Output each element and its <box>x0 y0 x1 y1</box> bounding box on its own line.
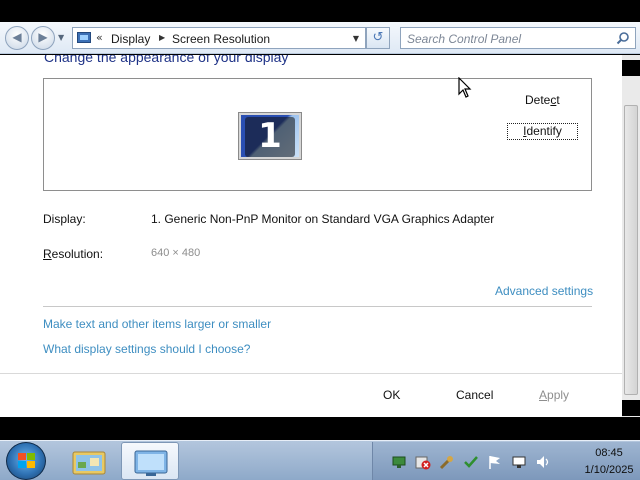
search-icon[interactable] <box>616 31 630 45</box>
apply-button[interactable]: Apply <box>539 388 569 402</box>
clock-date[interactable]: 1/10/2025 <box>579 464 639 476</box>
network-icon[interactable] <box>391 454 407 470</box>
forward-button[interactable]: ▶ <box>31 26 55 50</box>
back-arrow-icon: ◀ <box>12 30 22 44</box>
taskbar: 08:45 1/10/2025 <box>0 440 640 480</box>
monitor-number: 1 <box>258 116 282 156</box>
vertical-scrollbar[interactable] <box>622 55 640 417</box>
breadcrumb-overflow[interactable]: « <box>96 31 103 44</box>
recent-pages-dropdown-icon[interactable]: ▼ <box>58 32 68 44</box>
search-placeholder: Search Control Panel <box>407 32 522 46</box>
taskbar-control-panel-button[interactable] <box>121 442 179 480</box>
resolution-label: Resolution: <box>43 247 104 261</box>
windows-logo-icon <box>18 453 35 468</box>
clock-time[interactable]: 08:45 <box>579 447 639 459</box>
display-settings-icon <box>134 450 168 476</box>
display-help-link[interactable]: What display settings should I choose? <box>43 342 250 356</box>
security-alert-icon[interactable] <box>415 454 431 470</box>
address-dropdown-icon[interactable]: ▼ <box>353 34 359 43</box>
volume-icon[interactable] <box>535 454 551 470</box>
refresh-button[interactable]: ↺ <box>366 27 390 49</box>
cancel-button[interactable]: Cancel <box>456 388 493 402</box>
display-select[interactable]: 1. Generic Non-PnP Monitor on Standard V… <box>151 212 494 226</box>
control-panel-icon <box>77 32 91 43</box>
scroll-up-button[interactable] <box>622 60 640 76</box>
tools-icon[interactable] <box>439 454 455 470</box>
text-size-link[interactable]: Make text and other items larger or smal… <box>43 317 271 331</box>
advanced-settings-link[interactable]: Advanced settings <box>495 284 593 298</box>
scroll-down-button[interactable] <box>622 400 640 416</box>
desktop-screen: ◀ ▶ ▼ « Display ▶ Screen Resolution ▼ ↺ … <box>0 0 640 480</box>
flag-icon[interactable] <box>487 454 503 470</box>
display-label: Display: <box>43 212 86 226</box>
screen-resolution-panel: Change the appearance of your display 1 … <box>0 55 622 417</box>
breadcrumb-separator-icon[interactable]: ▶ <box>159 33 165 42</box>
address-bar[interactable]: « Display ▶ Screen Resolution ▼ <box>72 27 366 49</box>
forward-arrow-icon: ▶ <box>38 30 48 44</box>
resolution-select[interactable]: 640 × 480 <box>151 247 200 259</box>
display-icon[interactable] <box>511 454 527 470</box>
scrollbar-thumb[interactable] <box>624 105 638 395</box>
navigation-bar: ◀ ▶ ▼ « Display ▶ Screen Resolution ▼ ↺ … <box>0 22 640 54</box>
monitor-1-icon[interactable]: 1 <box>238 112 302 160</box>
folder-icon <box>72 451 106 475</box>
start-button[interactable] <box>6 442 46 480</box>
ok-button[interactable]: OK <box>383 388 400 402</box>
notification-area: 08:45 1/10/2025 <box>372 442 640 480</box>
page-title: Change the appearance of your display <box>44 55 289 65</box>
detect-button[interactable]: Detect <box>525 93 560 107</box>
breadcrumb-screen-resolution[interactable]: Screen Resolution <box>172 32 270 46</box>
checkmark-icon[interactable] <box>463 454 479 470</box>
back-button[interactable]: ◀ <box>5 26 29 50</box>
button-bar-divider <box>0 373 622 374</box>
search-input[interactable]: Search Control Panel <box>400 27 636 49</box>
identify-button[interactable]: Identify <box>507 123 578 140</box>
monitor-arrangement-panel: 1 Detect Identify <box>43 78 592 191</box>
mouse-cursor-icon <box>458 77 472 98</box>
refresh-icon: ↺ <box>372 30 384 45</box>
taskbar-explorer-button[interactable] <box>60 442 118 480</box>
divider <box>43 306 592 307</box>
breadcrumb-display[interactable]: Display <box>111 32 150 46</box>
